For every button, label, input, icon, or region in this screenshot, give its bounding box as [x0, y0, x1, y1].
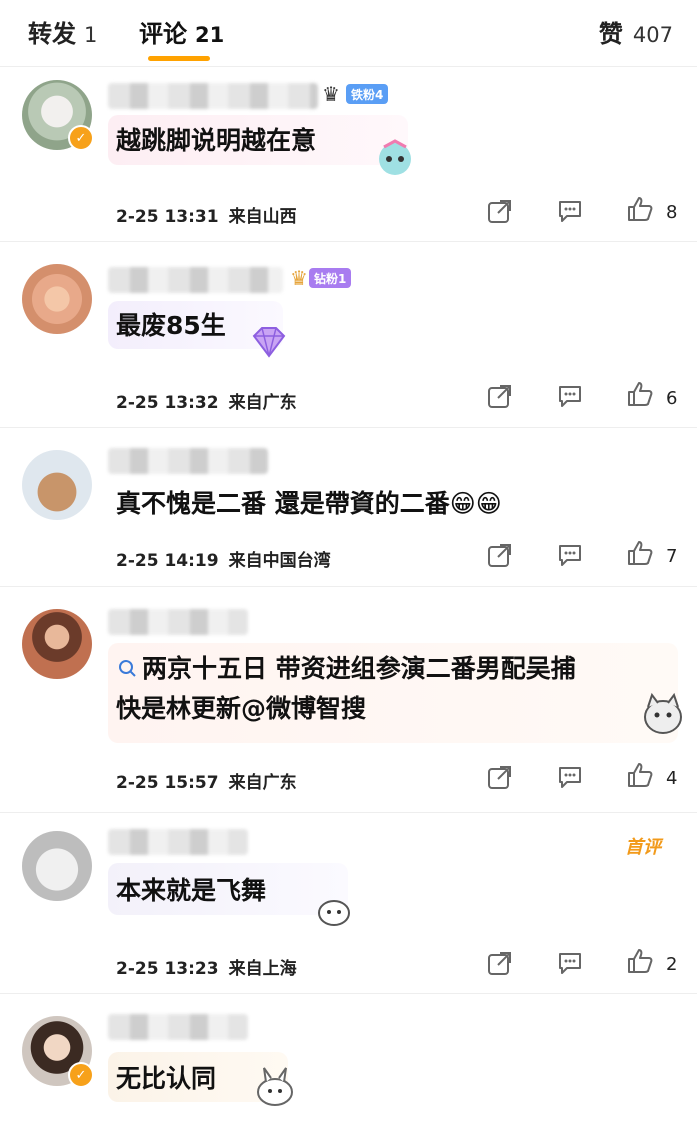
like-count: 6: [666, 388, 678, 409]
comment-location: 来自中国台湾: [228, 551, 331, 571]
crown-icon: ♛: [290, 266, 308, 290]
avatar[interactable]: [22, 450, 92, 520]
comment-meta: 2-25 13:32 来自广东: [116, 388, 297, 413]
username-blurred[interactable]: [108, 83, 318, 109]
username-blurred[interactable]: [108, 609, 248, 635]
avatar[interactable]: [22, 264, 92, 334]
comment-time: 2-25 15:57: [116, 773, 219, 793]
comment-item: ✓ ♛ 铁粉4 越跳脚说明越在意 2-25 13:31 来自山西 8: [0, 67, 697, 242]
comment-location: 来自广东: [228, 773, 297, 793]
fan-badge: 钻粉1: [309, 268, 352, 288]
anime-sticker-icon: [372, 137, 418, 177]
comment-text-line2[interactable]: 快是林更新@微博智搜: [116, 689, 366, 729]
comment-icon[interactable]: [556, 541, 584, 569]
tab-repost[interactable]: 转发 1: [28, 14, 97, 48]
tab-comments[interactable]: 评论 21: [139, 14, 224, 48]
active-tab-indicator: [148, 56, 210, 61]
comment-item: ✓ 无比认同: [0, 994, 697, 1140]
verified-icon: ✓: [68, 125, 94, 151]
comment-time: 2-25 14:19: [116, 551, 219, 571]
verified-icon: ✓: [68, 1062, 94, 1088]
username-blurred[interactable]: [108, 267, 283, 293]
comment-icon[interactable]: [556, 197, 584, 225]
comment-icon[interactable]: [556, 949, 584, 977]
comment-location: 来自上海: [228, 959, 297, 979]
crown-icon: ♛: [322, 82, 340, 106]
comment-item: 真不愧是二番 還是帶資的二番😁😁 2-25 14:19 来自中国台湾 7: [0, 428, 697, 587]
comment-location: 来自山西: [228, 207, 297, 227]
first-comment-tag: 首评: [625, 837, 661, 858]
comment-meta: 2-25 13:23 来自上海: [116, 954, 297, 979]
like-icon[interactable]: [626, 195, 654, 223]
repost-icon[interactable]: [486, 763, 514, 791]
comment-text: 无比认同: [116, 1064, 217, 1093]
comment-text: 最废85生: [116, 311, 226, 340]
comment-time: 2-25 13:32: [116, 393, 219, 413]
search-icon: [119, 660, 136, 677]
tab-bar: 转发 1 评论 21 赞 407: [0, 0, 697, 67]
comment-text: 真不愧是二番 還是帶資的二番😁😁: [116, 489, 502, 518]
like-icon[interactable]: [626, 380, 654, 408]
avatar[interactable]: [22, 831, 92, 901]
username-blurred[interactable]: [108, 1014, 248, 1040]
repost-icon[interactable]: [486, 197, 514, 225]
repost-icon[interactable]: [486, 949, 514, 977]
comment-time: 2-25 13:23: [116, 959, 219, 979]
comment-meta: 2-25 13:31 来自山西: [116, 202, 297, 227]
like-icon[interactable]: [626, 761, 654, 789]
like-count: 7: [666, 546, 678, 567]
comment-location: 来自广东: [228, 393, 297, 413]
like-icon[interactable]: [626, 539, 654, 567]
comment-meta: 2-25 15:57 来自广东: [116, 768, 297, 793]
cat-sticker-icon: [640, 691, 686, 737]
comment-meta: 2-25 14:19 来自中国台湾: [116, 546, 331, 571]
diamond-sticker-icon: [244, 322, 294, 362]
comment-text: 本来就是飞舞: [116, 876, 267, 905]
like-count: 8: [666, 202, 678, 223]
comment-text-line1[interactable]: 两京十五日 带资进组参演二番男配吴捕: [142, 649, 576, 689]
tab-likes[interactable]: 赞 407: [599, 14, 673, 49]
like-icon[interactable]: [626, 947, 654, 975]
bear-sticker-icon: [310, 893, 358, 929]
repost-icon[interactable]: [486, 382, 514, 410]
comment-text: 越跳脚说明越在意: [116, 126, 317, 155]
username-blurred[interactable]: [108, 448, 268, 474]
bunny-sticker-icon: [252, 1064, 298, 1108]
comment-time: 2-25 13:31: [116, 207, 219, 227]
fan-badge: 铁粉4: [346, 84, 389, 104]
comment-item: ♛ 钻粉1 最废85生 2-25 13:32 来自广东 6: [0, 242, 697, 428]
comment-item: 首评 本来就是飞舞 2-25 13:23 来自上海 2: [0, 813, 697, 994]
like-count: 4: [666, 768, 678, 789]
repost-icon[interactable]: [486, 541, 514, 569]
username-blurred[interactable]: [108, 829, 248, 855]
comment-item: 两京十五日 带资进组参演二番男配吴捕 快是林更新@微博智搜 2-25 15:57…: [0, 587, 697, 813]
comment-icon[interactable]: [556, 763, 584, 791]
comment-icon[interactable]: [556, 382, 584, 410]
like-count: 2: [666, 954, 678, 975]
avatar[interactable]: [22, 609, 92, 679]
